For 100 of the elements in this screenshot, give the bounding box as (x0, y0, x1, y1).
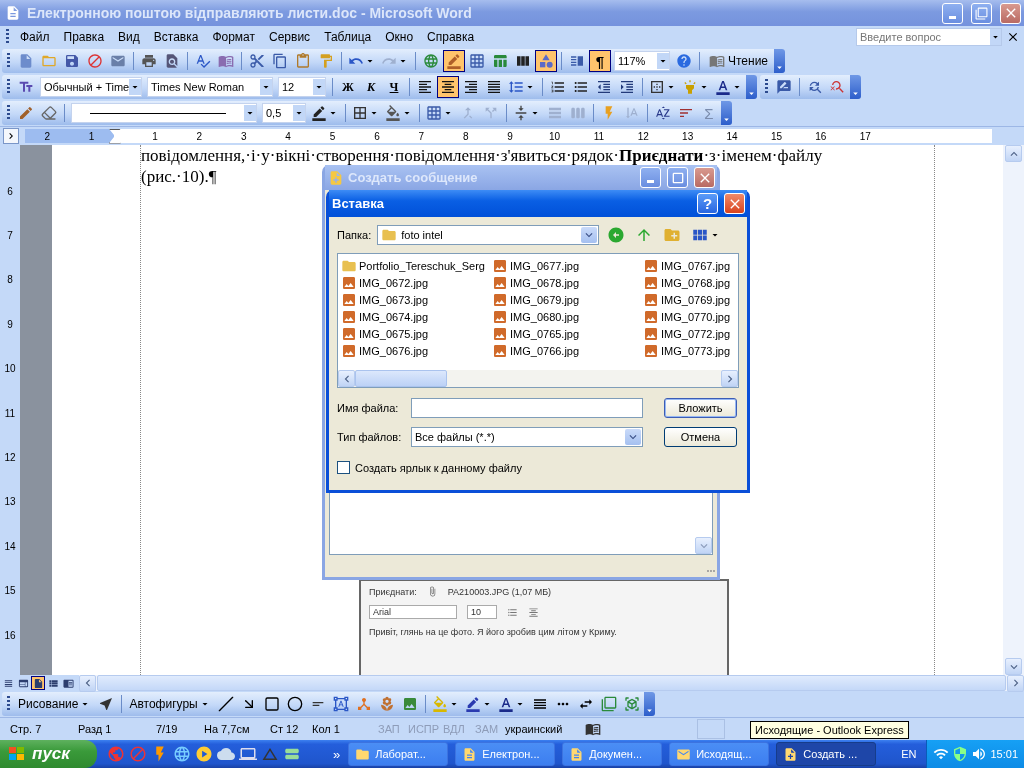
file-item[interactable]: IMG_0769.jpg (643, 291, 738, 308)
menu-item[interactable]: Вид (111, 28, 147, 46)
document-text: повідомлення,·і·у·вікні·створення·повідомлення·з'явиться·рядок·Приєднати·з·іменем·файлу (141, 145, 823, 166)
taskbar-button[interactable]: Исходящ... (669, 742, 770, 766)
ruler-number: 3 (239, 130, 248, 142)
ruler-number: 11 (592, 130, 606, 142)
file-item[interactable]: IMG_0768.jpg (643, 274, 738, 291)
attachment-name: PA210003.JPG (1,07 МБ) (447, 586, 552, 597)
status-field: Разд 1 (78, 723, 156, 735)
shortcut-label: Создать ярлык к данному файлу (355, 461, 522, 474)
file-item[interactable]: IMG_0680.jpg (492, 308, 643, 325)
taskbar-button[interactable]: Создать ... (776, 742, 877, 766)
dialog-title: Вставка (332, 196, 385, 211)
file-item[interactable]: IMG_0766.jpg (492, 342, 643, 359)
ruler-number: 13 (681, 130, 695, 142)
ruler-number: 2 (195, 130, 204, 142)
status-field: На 7,7см (204, 723, 270, 735)
window-title: Создать сообщение (348, 170, 479, 185)
menu-item[interactable]: Таблица (317, 28, 379, 46)
ruler-number: 10 (547, 130, 562, 142)
file-item[interactable]: IMG_0673.jpg (341, 291, 492, 308)
italic-button[interactable]: К (360, 76, 382, 98)
file-item[interactable]: IMG_0767.jpg (643, 257, 738, 274)
ruler-number: 6 (7, 184, 13, 199)
file-name-label: Имя файла: (337, 402, 400, 414)
file-item[interactable]: IMG_0676.jpg (341, 342, 492, 359)
underline-button[interactable]: Ч (383, 76, 405, 98)
taskbar-button[interactable]: Лаборат... (348, 742, 449, 766)
ruler-number: 14 (4, 539, 16, 554)
ruler-number: 16 (4, 628, 16, 643)
menu-item[interactable]: Вставка (146, 28, 206, 46)
status-field: Кол 1 (312, 723, 378, 735)
ruler-number: 2 (43, 130, 51, 142)
taskbar-button[interactable]: Електрон... (455, 742, 556, 766)
ruler-number: 14 (725, 130, 739, 142)
ruler-number: 7 (417, 130, 426, 142)
ruler-number: 10 (4, 362, 16, 377)
file-type-label: Тип файлов: (337, 431, 403, 443)
style-combo[interactable]: Обычный + Time (40, 77, 142, 97)
file-item[interactable]: Portfolio_Tereschuk_Serg (341, 257, 492, 274)
file-item[interactable]: IMG_0675.jpg (341, 325, 492, 342)
ruler-number: 16 (814, 130, 828, 142)
file-item[interactable]: IMG_0773.jpg (643, 342, 738, 359)
folder-label: Папка: (337, 229, 372, 241)
ruler-number: 12 (636, 130, 650, 142)
status-field: 7/19 (156, 723, 204, 735)
help-button[interactable]: ? (697, 193, 718, 214)
more-button[interactable]: » (328, 746, 349, 762)
file-type-combo[interactable]: Все файлы (*.*) (411, 427, 643, 447)
ruler-number: 9 (506, 130, 514, 142)
ruler-number: 4 (284, 130, 292, 142)
font-size-combo: 10 (467, 605, 497, 619)
menu-item[interactable]: Сервис (262, 28, 318, 46)
file-item[interactable]: IMG_0765.jpg (492, 325, 643, 342)
drawing-menu-button[interactable]: Рисование (15, 693, 95, 715)
zoom-combo[interactable]: 117% (614, 51, 670, 71)
ruler-number: 8 (461, 130, 470, 142)
attach-label: Приєднати: (369, 586, 417, 597)
line-weight-combo[interactable]: 0,5 (262, 103, 306, 123)
menu-item[interactable]: Правка (56, 28, 112, 46)
cancel-button[interactable]: Отмена (664, 427, 737, 447)
message-text: Привіт, глянь на це фото. Я його зробив цим літом у Криму. (369, 627, 618, 637)
language-status: украинский (505, 723, 564, 735)
file-item[interactable]: IMG_0677.jpg (492, 257, 643, 274)
file-item[interactable]: IMG_0770.jpg (643, 308, 738, 325)
autoshapes-menu-button[interactable]: Автофигуры (126, 693, 214, 715)
bold-button[interactable]: Ж (337, 76, 359, 98)
menu-item[interactable]: Файл (13, 28, 57, 46)
menu-item[interactable]: Окно (378, 28, 421, 46)
file-item[interactable]: IMG_0772.jpg (643, 325, 738, 342)
font-combo: Arial (369, 605, 457, 619)
language-indicator[interactable]: EN (891, 748, 927, 760)
ruler-number: 6 (373, 130, 381, 142)
clock: 15:01 (990, 748, 1018, 760)
status-field: Стр. 7 (10, 723, 78, 735)
font-combo[interactable]: Times New Roman (147, 77, 273, 97)
document-text: (рис.·10).¶ (141, 166, 217, 187)
ruler-number: 17 (858, 130, 872, 142)
ruler-number: 11 (4, 406, 16, 421)
folder-combo[interactable]: foto intel (377, 225, 600, 245)
menu-item[interactable]: Справка (420, 28, 482, 46)
file-item[interactable]: IMG_0672.jpg (341, 274, 492, 291)
ruler-number: 15 (4, 584, 16, 599)
tooltip: Исходящие - Outlook Express (750, 721, 909, 739)
show-marks-button[interactable]: ¶ (589, 50, 611, 72)
file-item[interactable]: IMG_0678.jpg (492, 274, 643, 291)
status-field: Ст 12 (270, 723, 312, 735)
ruler-number: 12 (4, 451, 16, 466)
menu-item[interactable]: Формат (205, 28, 263, 46)
reading-button[interactable]: Чтение (704, 50, 774, 72)
file-item[interactable]: IMG_0679.jpg (492, 291, 643, 308)
taskbar-button[interactable]: Докумен... (562, 742, 663, 766)
start-button[interactable]: пуск (0, 740, 97, 768)
ruler-number: 9 (7, 317, 13, 332)
file-item[interactable]: IMG_0674.jpg (341, 308, 492, 325)
window-title: Електронною поштою відправляють листи.doc - Microsoft Word (27, 5, 473, 21)
ruler-number: 13 (4, 495, 16, 510)
attach-button[interactable]: Вложить (664, 398, 737, 418)
font-size-combo[interactable]: 12 (278, 77, 326, 97)
ruler-number: 1 (151, 130, 159, 142)
